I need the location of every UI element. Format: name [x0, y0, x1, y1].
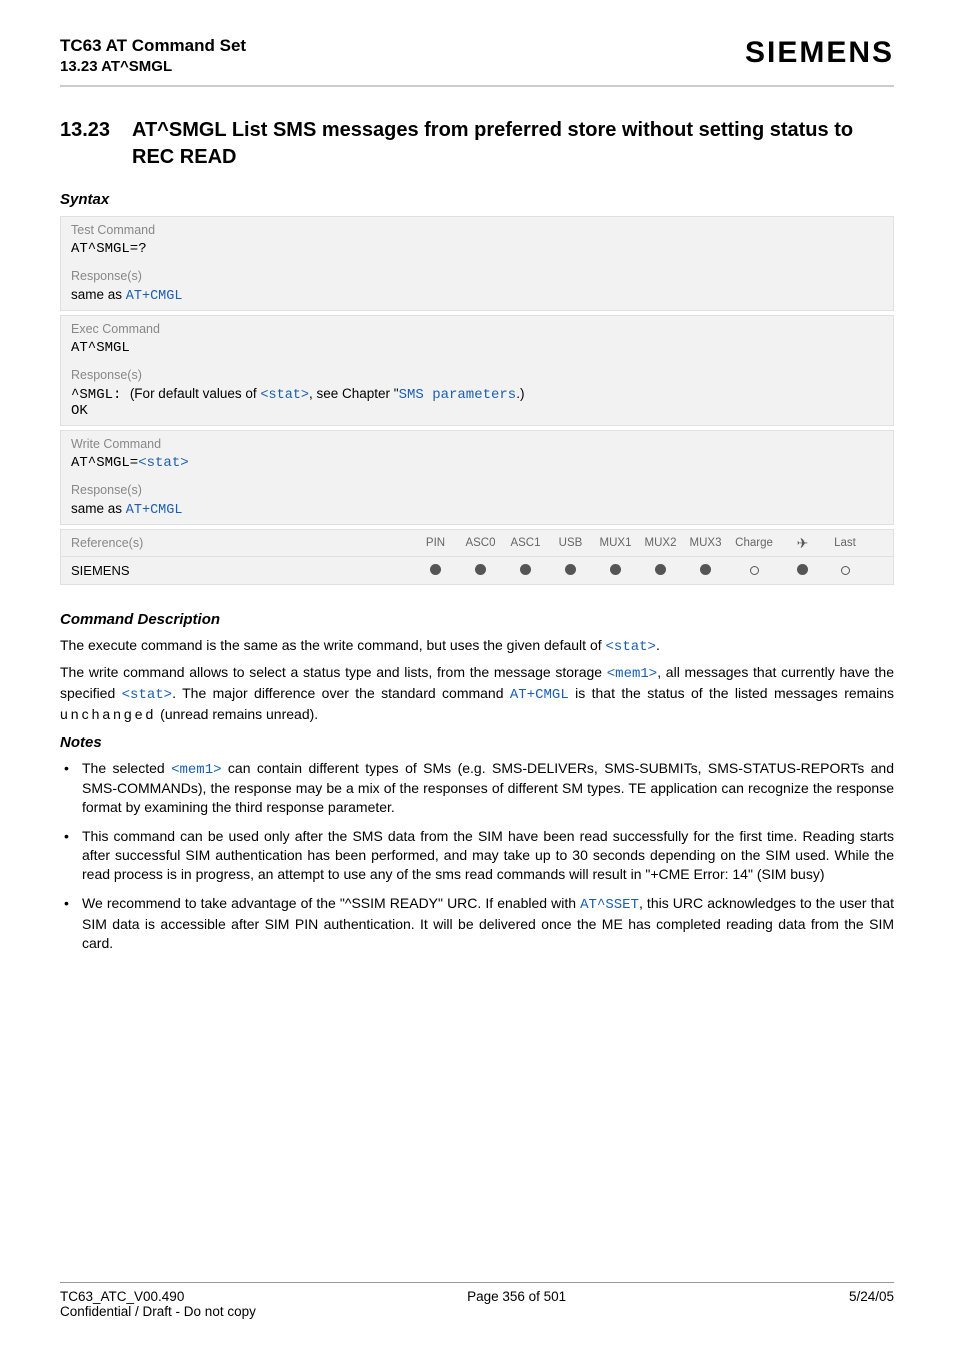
test-label: Test Command — [61, 217, 893, 239]
footer-center: Page 356 of 501 — [467, 1289, 566, 1304]
link-stat[interactable]: <stat> — [260, 388, 309, 403]
link-at-sset[interactable]: AT^SSET — [580, 897, 639, 913]
section-number: 13.23 — [60, 117, 132, 171]
dot-filled-icon — [520, 564, 531, 575]
desc-para-2: The write command allows to select a sta… — [60, 663, 894, 724]
dot-mux2 — [638, 563, 683, 578]
doc-title: TC63 AT Command Set — [60, 36, 246, 56]
dot-filled-icon — [700, 564, 711, 575]
dot-filled-icon — [797, 564, 808, 575]
link-mem1-note[interactable]: <mem1> — [171, 762, 221, 778]
note-item-3: We recommend to take advantage of the "^… — [60, 894, 894, 953]
test-cmd: AT^SMGL=? — [61, 239, 893, 263]
dot-usb — [548, 563, 593, 578]
dot-filled-icon — [610, 564, 621, 575]
page-footer: TC63_ATC_V00.490 Page 356 of 501 5/24/05… — [60, 1282, 894, 1319]
link-sms-parameters[interactable]: SMS parameters — [399, 387, 517, 403]
exec-label: Exec Command — [61, 316, 893, 338]
col-mux1: MUX1 — [593, 537, 638, 549]
col-charge: Charge — [728, 537, 780, 549]
write-command-block: Write Command AT^SMGL=<stat> Response(s)… — [60, 430, 894, 525]
brand-logo: SIEMENS — [745, 36, 894, 70]
col-mux2: MUX2 — [638, 537, 683, 549]
col-mux3: MUX3 — [683, 537, 728, 549]
exec-cmd: AT^SMGL — [61, 338, 893, 362]
link-stat-desc2[interactable]: <stat> — [122, 687, 172, 703]
write-label: Write Command — [61, 431, 893, 453]
col-usb: USB — [548, 537, 593, 549]
link-mem1-desc[interactable]: <mem1> — [607, 666, 657, 682]
reference-header-row: Reference(s) PIN ASC0 ASC1 USB MUX1 MUX2… — [60, 529, 894, 557]
col-pin: PIN — [413, 537, 458, 549]
reference-value-row: SIEMENS — [60, 557, 894, 585]
write-cmd: AT^SMGL=<stat> — [61, 453, 893, 477]
write-resp-label: Response(s) — [61, 477, 893, 499]
section-heading: 13.23 AT^SMGL List SMS messages from pre… — [60, 117, 894, 171]
link-at-cmgl-3[interactable]: AT+CMGL — [510, 687, 569, 703]
notes-list: The selected <mem1> can contain differen… — [60, 759, 894, 953]
dot-charge — [728, 563, 780, 578]
dot-airplane — [780, 563, 825, 578]
dot-last — [825, 563, 865, 578]
footer-right: 5/24/05 — [849, 1289, 894, 1304]
test-resp-label: Response(s) — [61, 263, 893, 285]
dot-filled-icon — [475, 564, 486, 575]
dot-mux1 — [593, 563, 638, 578]
exec-resp-label: Response(s) — [61, 362, 893, 384]
dot-open-icon — [750, 566, 759, 575]
dot-pin — [413, 563, 458, 578]
link-at-cmgl-2[interactable]: AT+CMGL — [126, 503, 183, 518]
dot-filled-icon — [655, 564, 666, 575]
footer-confidential: Confidential / Draft - Do not copy — [60, 1304, 894, 1319]
command-desc-heading: Command Description — [60, 611, 894, 628]
footer-left: TC63_ATC_V00.490 — [60, 1289, 184, 1304]
col-asc0: ASC0 — [458, 537, 503, 549]
link-at-cmgl[interactable]: AT+CMGL — [126, 289, 183, 304]
desc-para-1: The execute command is the same as the w… — [60, 636, 894, 657]
exec-ok: OK — [71, 403, 883, 419]
dot-asc0 — [458, 563, 503, 578]
reference-label: Reference(s) — [61, 530, 413, 556]
airplane-icon: ✈ — [797, 535, 809, 551]
col-asc1: ASC1 — [503, 537, 548, 549]
note-item-1: The selected <mem1> can contain differen… — [60, 759, 894, 818]
exec-command-block: Exec Command AT^SMGL Response(s) ^SMGL: … — [60, 315, 894, 426]
test-command-block: Test Command AT^SMGL=? Response(s) same … — [60, 216, 894, 311]
syntax-heading: Syntax — [60, 191, 894, 208]
page-header: TC63 AT Command Set 13.23 AT^SMGL SIEMEN… — [60, 36, 894, 87]
write-resp: same as AT+CMGL — [61, 499, 893, 524]
exec-resp: ^SMGL: (For default values of <stat>, se… — [61, 384, 893, 425]
link-stat-write[interactable]: <stat> — [138, 455, 188, 471]
col-last: Last — [825, 537, 865, 549]
dot-mux3 — [683, 563, 728, 578]
col-airplane: ✈ — [780, 535, 825, 552]
section-title-text: AT^SMGL List SMS messages from preferred… — [132, 117, 894, 171]
dot-open-icon — [841, 566, 850, 575]
note-item-2: This command can be used only after the … — [60, 827, 894, 884]
dot-filled-icon — [430, 564, 441, 575]
dot-asc1 — [503, 563, 548, 578]
test-resp: same as AT+CMGL — [61, 285, 893, 310]
doc-subtitle: 13.23 AT^SMGL — [60, 58, 246, 75]
dot-filled-icon — [565, 564, 576, 575]
link-stat-desc[interactable]: <stat> — [606, 639, 656, 655]
reference-value: SIEMENS — [61, 557, 413, 584]
notes-heading: Notes — [60, 734, 894, 751]
